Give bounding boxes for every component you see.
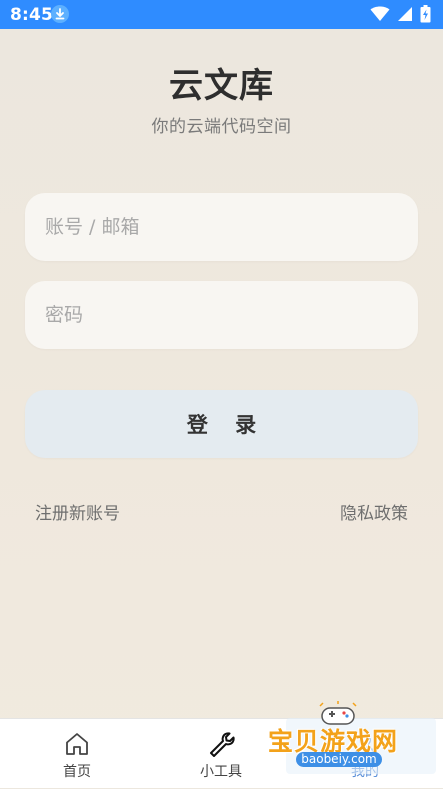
wrench-icon (207, 730, 235, 758)
wifi-icon (370, 6, 390, 26)
status-time: 8:45 (10, 5, 54, 25)
nav-item-tools[interactable]: 小工具 (166, 719, 276, 789)
download-icon (51, 5, 69, 23)
nav-item-home[interactable]: 首页 (22, 719, 132, 789)
nav-label-mine: 我的 (351, 764, 379, 780)
app-subtitle: 你的云端代码空间 (151, 117, 292, 137)
login-button[interactable]: 登 录 (25, 390, 418, 458)
nav-label-tools: 小工具 (200, 764, 242, 780)
battery-icon (420, 5, 431, 27)
password-input[interactable] (25, 281, 418, 349)
register-link[interactable]: 注册新账号 (35, 499, 120, 524)
app-title: 云文库 (169, 66, 274, 106)
home-icon (63, 730, 91, 758)
privacy-policy-link[interactable]: 隐私政策 (340, 499, 408, 524)
user-icon (351, 730, 379, 758)
status-icons (370, 5, 431, 27)
nav-item-mine[interactable]: 我的 (310, 719, 420, 789)
bottom-nav: 首页 小工具 我的 (0, 718, 443, 788)
account-input[interactable] (25, 193, 418, 261)
signal-icon (397, 6, 413, 26)
status-bar: 8:45 (0, 0, 443, 29)
nav-label-home: 首页 (63, 764, 91, 780)
